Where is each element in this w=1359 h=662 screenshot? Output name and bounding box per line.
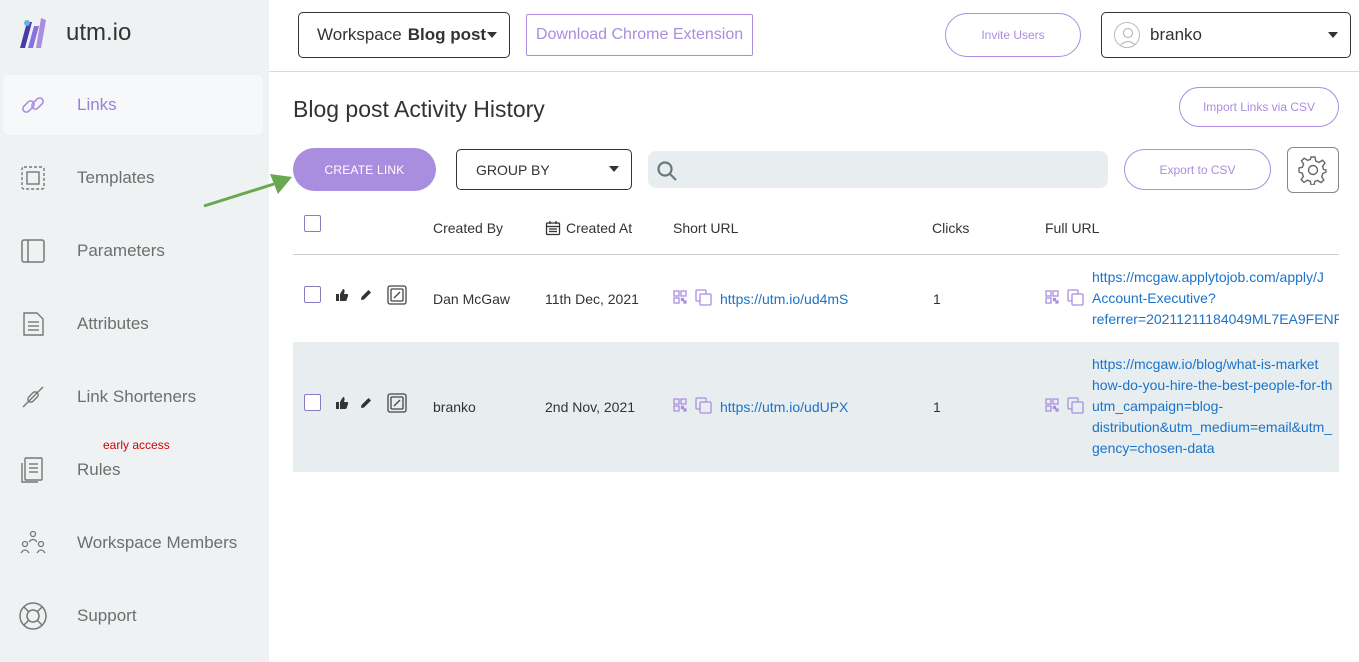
top-header: Workspace Blog post Download Chrome Exte… xyxy=(269,0,1359,72)
thumbs-up-icon[interactable] xyxy=(335,288,349,302)
row-checkbox[interactable] xyxy=(304,286,321,303)
sidebar-item-link-shorteners[interactable]: Link Shorteners xyxy=(3,367,263,427)
import-links-csv-button[interactable]: Import Links via CSV xyxy=(1179,87,1339,127)
sidebar-item-label: Templates xyxy=(77,168,155,187)
full-url-line: https://mcgaw.io/blog/what-is-market xyxy=(1092,356,1319,372)
sidebar-item-label: Support xyxy=(77,606,137,625)
arrow-annotation-icon xyxy=(203,174,292,208)
create-link-button[interactable]: CREATE LINK xyxy=(293,148,436,191)
sidebar-item-label: Parameters xyxy=(77,241,165,260)
short-url-link[interactable]: https://utm.io/ud4mS xyxy=(720,291,848,307)
user-menu[interactable]: branko xyxy=(1101,12,1351,58)
sidebar-item-rules[interactable]: Rules early access xyxy=(3,438,263,500)
created-by: Dan McGaw xyxy=(433,291,511,307)
support-icon xyxy=(18,601,48,631)
column-header-clicks[interactable]: Clicks xyxy=(932,220,969,236)
column-header-created-at[interactable]: Created At xyxy=(545,220,632,236)
group-by-select[interactable]: GROUP BY xyxy=(456,149,632,190)
full-url-link[interactable]: https://mcgaw.io/blog/what-is-market how… xyxy=(1092,354,1339,459)
link-icon xyxy=(18,90,48,120)
search-input[interactable] xyxy=(648,151,1108,188)
sidebar-item-parameters[interactable]: Parameters xyxy=(3,221,263,281)
short-url-link[interactable]: https://utm.io/udUPX xyxy=(720,399,848,415)
created-by: branko xyxy=(433,399,476,415)
settings-button[interactable] xyxy=(1287,147,1339,193)
copy-icon[interactable] xyxy=(695,397,712,414)
sidebar-item-workspace-members[interactable]: Workspace Members xyxy=(3,513,263,573)
full-url-line: how-do-you-hire-the-best-people-for-th xyxy=(1092,377,1333,393)
full-url-line: https://mcgaw.applytojob.com/apply/J xyxy=(1092,269,1324,285)
sidebar-item-label: Rules xyxy=(77,460,121,479)
workspace-name: Blog post xyxy=(407,25,487,44)
sidebar-item-label: Link Shorteners xyxy=(77,387,197,406)
link-details-icon[interactable] xyxy=(387,393,407,413)
sidebar-item-attributes[interactable]: Attributes xyxy=(3,294,263,354)
utm-logo-icon xyxy=(20,18,46,48)
avatar xyxy=(1114,22,1140,48)
copy-icon[interactable] xyxy=(1067,289,1084,306)
rules-icon xyxy=(18,455,48,485)
copy-icon[interactable] xyxy=(695,289,712,306)
download-chrome-extension-button[interactable]: Download Chrome Extension xyxy=(526,14,753,56)
full-url-line: gency=chosen-data xyxy=(1092,440,1215,456)
group-by-label: GROUP BY xyxy=(476,161,550,178)
pencil-icon[interactable] xyxy=(359,396,373,410)
templates-icon xyxy=(18,163,48,193)
chevron-down-icon xyxy=(1328,32,1338,38)
username: branko xyxy=(1150,25,1202,44)
full-url-line: distribution&utm_medium=email&utm_ xyxy=(1092,419,1333,435)
calendar-icon xyxy=(545,221,561,236)
early-access-badge: early access xyxy=(103,438,170,452)
column-header-short-url[interactable]: Short URL xyxy=(673,220,738,236)
created-at: 11th Dec, 2021 xyxy=(545,291,639,307)
sidebar-item-links[interactable]: Links xyxy=(3,75,263,135)
gear-icon xyxy=(1298,156,1327,185)
qr-code-icon[interactable] xyxy=(1045,398,1059,412)
qr-code-icon[interactable] xyxy=(673,290,687,304)
column-header-label: Created At xyxy=(566,220,633,236)
thumbs-up-icon[interactable] xyxy=(335,396,349,410)
row-checkbox[interactable] xyxy=(304,394,321,411)
logo[interactable]: utm.io xyxy=(18,16,131,50)
link-details-icon[interactable] xyxy=(387,285,407,305)
logo-text: utm.io xyxy=(66,19,132,46)
parameters-icon xyxy=(18,236,48,266)
export-csv-button[interactable]: Export to CSV xyxy=(1124,149,1271,190)
sidebar-item-label: Links xyxy=(77,95,117,114)
link-shortener-icon xyxy=(18,382,48,412)
pencil-icon[interactable] xyxy=(359,288,373,302)
created-at: 2nd Nov, 2021 xyxy=(545,399,636,415)
table-row: branko 2nd Nov, 2021 https://utm.io/udUP… xyxy=(293,342,1339,472)
attributes-icon xyxy=(18,309,48,339)
sidebar-item-label: Workspace Members xyxy=(77,533,238,552)
table-row: Dan McGaw 11th Dec, 2021 https://utm.io/… xyxy=(293,255,1339,342)
copy-icon[interactable] xyxy=(1067,397,1084,414)
chevron-down-icon xyxy=(609,166,619,172)
workspace-select[interactable]: Workspace Blog post xyxy=(298,12,510,58)
chevron-down-icon xyxy=(487,32,497,38)
full-url-line: Account-Executive? xyxy=(1092,290,1216,306)
sidebar: utm.io Links Templates Parameters Attrib… xyxy=(0,0,269,662)
full-url-line: utm_campaign=blog- xyxy=(1092,398,1224,414)
clicks-count: 1 xyxy=(933,399,941,415)
qr-code-icon[interactable] xyxy=(1045,290,1059,304)
select-all-checkbox[interactable] xyxy=(304,215,321,232)
qr-code-icon[interactable] xyxy=(673,398,687,412)
sidebar-item-support[interactable]: Support xyxy=(3,586,263,646)
search-icon xyxy=(657,161,677,181)
invite-users-button[interactable]: Invite Users xyxy=(945,13,1081,57)
full-url-line: referrer=20211211184049ML7EA9FENRU xyxy=(1092,311,1339,327)
members-icon xyxy=(18,528,48,558)
sidebar-item-label: Attributes xyxy=(77,314,149,333)
column-header-created-by[interactable]: Created By xyxy=(433,220,503,236)
column-header-full-url[interactable]: Full URL xyxy=(1045,220,1099,236)
full-url-link[interactable]: https://mcgaw.applytojob.com/apply/J Acc… xyxy=(1092,267,1339,330)
page-title: Blog post Activity History xyxy=(293,96,545,122)
clicks-count: 1 xyxy=(933,291,941,307)
workspace-prefix: Workspace xyxy=(317,25,402,44)
